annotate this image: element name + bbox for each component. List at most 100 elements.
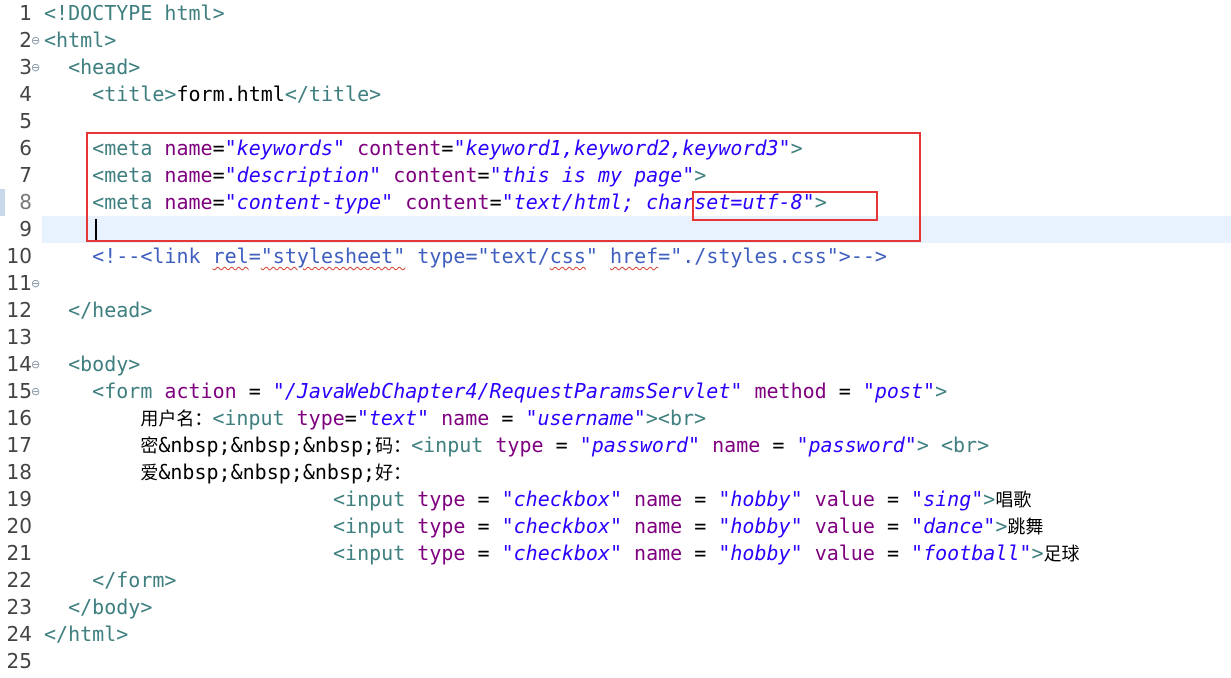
- code-token: =: [477, 163, 490, 187]
- code-line[interactable]: 5: [0, 108, 1231, 135]
- string-token: "checkbox": [501, 487, 622, 511]
- code-token: &nbsp;&nbsp;&nbsp;: [158, 433, 376, 457]
- code-line[interactable]: 6 <meta name="keywords" content="keyword…: [0, 135, 1231, 162]
- line-number: 7: [19, 163, 32, 187]
- code-text[interactable]: <html>: [44, 27, 116, 54]
- attribute-token: type: [417, 487, 466, 511]
- code-line[interactable]: 23 </body>: [0, 594, 1231, 621]
- code-text[interactable]: <title>form.html</title>: [44, 81, 381, 108]
- code-line[interactable]: 18 爱&nbsp;&nbsp;&nbsp;好：: [0, 459, 1231, 486]
- fold-toggle-icon[interactable]: ⊖: [31, 54, 41, 81]
- tag-token: <form: [92, 379, 165, 403]
- string-token: "hobby": [718, 514, 803, 538]
- line-number: 16: [6, 406, 32, 430]
- string-token: "hobby": [718, 541, 803, 565]
- attribute-token: type: [296, 406, 345, 430]
- code-text[interactable]: <form action = "/JavaWebChapter4/Request…: [44, 378, 947, 405]
- code-line[interactable]: 8 <meta name="content-type" content="tex…: [0, 189, 1231, 216]
- code-token: =: [760, 433, 797, 457]
- code-text[interactable]: <meta name="keywords" content="keyword1,…: [44, 135, 802, 162]
- attribute-token: content: [405, 190, 490, 214]
- code-line[interactable]: 20 <input type = "checkbox" name = "hobb…: [0, 513, 1231, 540]
- code-line[interactable]: 19 <input type = "checkbox" name = "hobb…: [0, 486, 1231, 513]
- line-number: 13: [6, 325, 32, 349]
- code-text[interactable]: <body>: [44, 351, 140, 378]
- code-token: =: [682, 487, 719, 511]
- code-text[interactable]: </form>: [44, 567, 176, 594]
- attribute-token: name: [164, 163, 213, 187]
- code-line[interactable]: 1 <!DOCTYPE html>: [0, 0, 1231, 27]
- code-line[interactable]: 7 <meta name="description" content="this…: [0, 162, 1231, 189]
- code-editor[interactable]: 1 <!DOCTYPE html> 2 ⊖ <html> 3 ⊖ <head> 4 <titl…: [0, 0, 1231, 678]
- tag-token: <input: [332, 487, 418, 511]
- code-text[interactable]: <input type = "checkbox" name = "hobby" …: [44, 540, 1080, 568]
- code-token: =: [212, 136, 225, 160]
- code-token: =: [874, 487, 912, 511]
- tag-token: <!DOCTYPE html>: [44, 1, 225, 25]
- line-number: 1: [19, 1, 32, 25]
- string-token: "checkbox": [501, 541, 622, 565]
- fold-toggle-icon[interactable]: ⊖: [31, 378, 41, 405]
- fold-toggle-icon[interactable]: ⊖: [31, 351, 41, 378]
- code-text[interactable]: <meta name="content-type" content="text/…: [44, 189, 827, 216]
- code-line[interactable]: 3 ⊖ <head>: [0, 54, 1231, 81]
- tag-token: <input: [332, 514, 418, 538]
- tag-token: >: [983, 487, 996, 511]
- code-text[interactable]: <meta name="description" content="this i…: [44, 162, 706, 189]
- string-token: "dance": [911, 514, 996, 538]
- code-line[interactable]: 10 <!--<link rel="stylesheet" type="text…: [0, 243, 1231, 270]
- code-line[interactable]: 14 ⊖ <body>: [0, 351, 1231, 378]
- code-token: =: [465, 487, 502, 511]
- code-token: =: [344, 406, 357, 430]
- code-line[interactable]: 12 </head>: [0, 297, 1231, 324]
- code-text[interactable]: </body>: [44, 594, 152, 621]
- code-text[interactable]: <!--<link rel="stylesheet" type="text/cs…: [44, 243, 887, 270]
- line-number: 24: [6, 622, 32, 646]
- tag-token: <meta: [92, 190, 165, 214]
- code-line[interactable]: 15 ⊖ <form action = "/JavaWebChapter4/Req…: [0, 378, 1231, 405]
- code-text[interactable]: 密&nbsp;&nbsp;&nbsp;码：<input type = "pass…: [44, 432, 989, 460]
- code-line[interactable]: 25: [0, 648, 1231, 675]
- tag-token: <input: [332, 541, 418, 565]
- line-number: 23: [6, 595, 32, 619]
- line-number: 3: [19, 55, 32, 79]
- tag-token: >: [814, 190, 827, 214]
- tag-token: >: [694, 163, 707, 187]
- string-token: "sing": [911, 487, 984, 511]
- code-line[interactable]: 13: [0, 324, 1231, 351]
- code-text[interactable]: 用户名：<input type="text" name = "username"…: [44, 405, 706, 433]
- code-text[interactable]: <head>: [44, 54, 140, 81]
- code-line[interactable]: 9: [0, 216, 1231, 243]
- fold-toggle-icon[interactable]: ⊖: [31, 270, 41, 297]
- code-line[interactable]: 16 用户名：<input type="text" name = "userna…: [0, 405, 1231, 432]
- tag-token: <input: [411, 433, 496, 457]
- code-line[interactable]: 4 <title>form.html</title>: [0, 81, 1231, 108]
- code-line[interactable]: 21 <input type = "checkbox" name = "hobb…: [0, 540, 1231, 567]
- code-text[interactable]: 爱&nbsp;&nbsp;&nbsp;好：: [44, 459, 411, 487]
- code-text[interactable]: <input type = "checkbox" name = "hobby" …: [44, 486, 1031, 514]
- code-line[interactable]: 24 </html>: [0, 621, 1231, 648]
- code-text[interactable]: <input type = "checkbox" name = "hobby" …: [44, 513, 1043, 541]
- code-line[interactable]: 17 密&nbsp;&nbsp;&nbsp;码：<input type = "p…: [0, 432, 1231, 459]
- code-text[interactable]: </head>: [44, 297, 152, 324]
- comment-token: =: [248, 244, 261, 268]
- code-line[interactable]: 11 ⊖: [0, 270, 1231, 297]
- code-line[interactable]: 2 ⊖ <html>: [0, 27, 1231, 54]
- code-text[interactable]: </html>: [44, 621, 128, 648]
- code-text[interactable]: <!DOCTYPE html>: [44, 0, 225, 27]
- fold-toggle-icon[interactable]: ⊖: [31, 27, 41, 54]
- attribute-token: method: [754, 379, 827, 403]
- line-number: 11: [6, 271, 32, 295]
- text-token: 用户名：: [140, 409, 213, 430]
- code-line[interactable]: 22 </form>: [0, 567, 1231, 594]
